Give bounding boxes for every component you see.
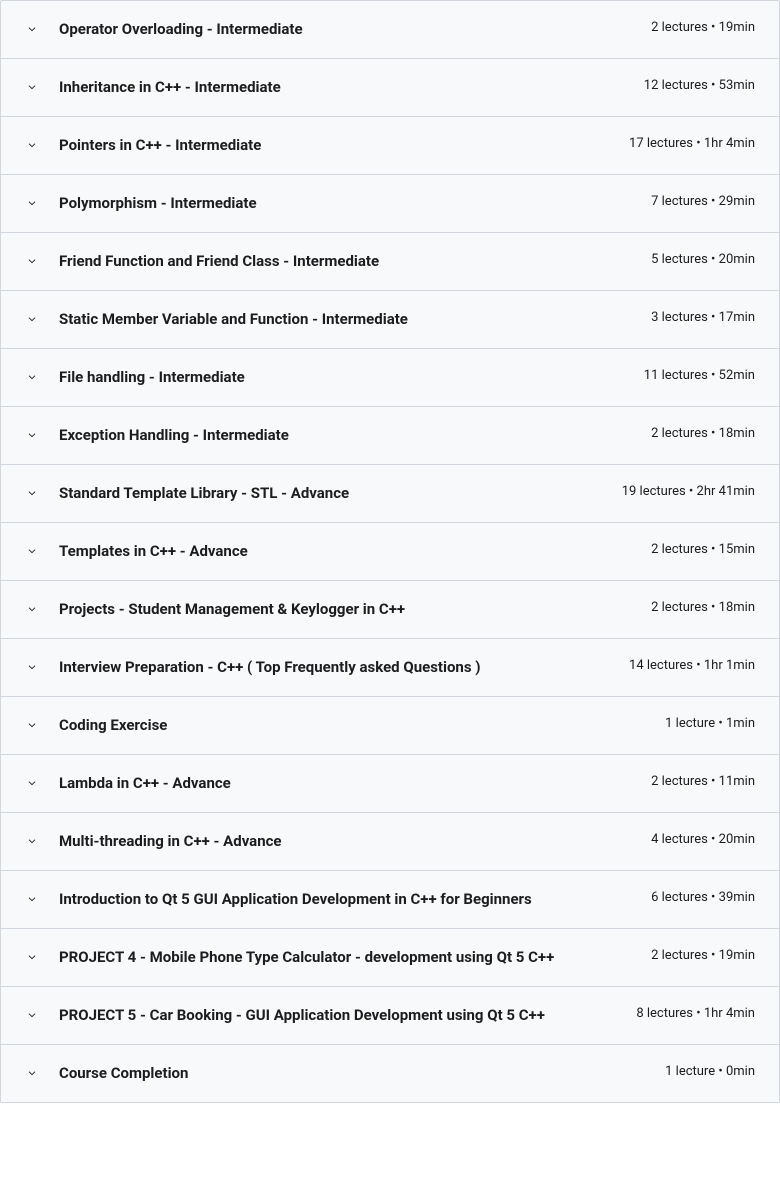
section-title: Projects - Student Management & Keylogge… — [59, 599, 651, 620]
section-row[interactable]: Lambda in C++ - Advance2 lectures • 11mi… — [1, 755, 779, 813]
section-meta: 3 lectures • 17min — [651, 310, 755, 325]
section-meta: 1 lecture • 1min — [665, 716, 755, 731]
section-title: Coding Exercise — [59, 715, 665, 736]
section-row[interactable]: Projects - Student Management & Keylogge… — [1, 581, 779, 639]
section-title: Friend Function and Friend Class - Inter… — [59, 251, 651, 272]
section-meta: 2 lectures • 19min — [651, 20, 755, 35]
section-title: Standard Template Library - STL - Advanc… — [59, 483, 622, 504]
course-section-list: Operator Overloading - Intermediate2 lec… — [0, 0, 780, 1103]
chevron-down-icon — [25, 254, 39, 268]
section-row[interactable]: Inheritance in C++ - Intermediate12 lect… — [1, 59, 779, 117]
section-title: Course Completion — [59, 1063, 665, 1084]
chevron-down-icon — [25, 544, 39, 558]
section-title: Exception Handling - Intermediate — [59, 425, 651, 446]
section-row[interactable]: Static Member Variable and Function - In… — [1, 291, 779, 349]
section-row[interactable]: Standard Template Library - STL - Advanc… — [1, 465, 779, 523]
chevron-down-icon — [25, 138, 39, 152]
section-row[interactable]: Templates in C++ - Advance2 lectures • 1… — [1, 523, 779, 581]
section-meta: 2 lectures • 18min — [651, 600, 755, 615]
section-meta: 5 lectures • 20min — [651, 252, 755, 267]
section-meta: 8 lectures • 1hr 4min — [636, 1006, 755, 1021]
chevron-down-icon — [25, 1066, 39, 1080]
section-row[interactable]: Operator Overloading - Intermediate2 lec… — [1, 1, 779, 59]
section-title: Multi-threading in C++ - Advance — [59, 831, 651, 852]
section-title: Lambda in C++ - Advance — [59, 773, 651, 794]
section-meta: 2 lectures • 19min — [651, 948, 755, 963]
section-meta: 7 lectures • 29min — [651, 194, 755, 209]
section-title: Pointers in C++ - Intermediate — [59, 135, 629, 156]
chevron-down-icon — [25, 80, 39, 94]
section-title: File handling - Intermediate — [59, 367, 644, 388]
chevron-down-icon — [25, 428, 39, 442]
section-row[interactable]: Friend Function and Friend Class - Inter… — [1, 233, 779, 291]
chevron-down-icon — [25, 776, 39, 790]
section-meta: 14 lectures • 1hr 1min — [629, 658, 755, 673]
section-row[interactable]: Introduction to Qt 5 GUI Application Dev… — [1, 871, 779, 929]
section-title: PROJECT 5 - Car Booking - GUI Applicatio… — [59, 1005, 636, 1026]
section-title: Static Member Variable and Function - In… — [59, 309, 651, 330]
chevron-down-icon — [25, 950, 39, 964]
section-title: Inheritance in C++ - Intermediate — [59, 77, 644, 98]
section-row[interactable]: File handling - Intermediate11 lectures … — [1, 349, 779, 407]
section-row[interactable]: Polymorphism - Intermediate7 lectures • … — [1, 175, 779, 233]
section-meta: 2 lectures • 15min — [651, 542, 755, 557]
chevron-down-icon — [25, 602, 39, 616]
chevron-down-icon — [25, 834, 39, 848]
section-meta: 2 lectures • 18min — [651, 426, 755, 441]
section-meta: 17 lectures • 1hr 4min — [629, 136, 755, 151]
section-meta: 12 lectures • 53min — [644, 78, 755, 93]
section-meta: 19 lectures • 2hr 41min — [622, 484, 755, 499]
section-row[interactable]: Multi-threading in C++ - Advance4 lectur… — [1, 813, 779, 871]
section-title: Operator Overloading - Intermediate — [59, 19, 651, 40]
chevron-down-icon — [25, 1008, 39, 1022]
section-row[interactable]: Course Completion1 lecture • 0min — [1, 1045, 779, 1102]
section-title: Interview Preparation - C++ ( Top Freque… — [59, 657, 629, 678]
section-row[interactable]: Pointers in C++ - Intermediate17 lecture… — [1, 117, 779, 175]
section-title: Introduction to Qt 5 GUI Application Dev… — [59, 889, 651, 910]
chevron-down-icon — [25, 370, 39, 384]
section-row[interactable]: Interview Preparation - C++ ( Top Freque… — [1, 639, 779, 697]
section-row[interactable]: Coding Exercise1 lecture • 1min — [1, 697, 779, 755]
chevron-down-icon — [25, 196, 39, 210]
section-meta: 6 lectures • 39min — [651, 890, 755, 905]
chevron-down-icon — [25, 312, 39, 326]
section-meta: 1 lecture • 0min — [665, 1064, 755, 1079]
section-title: PROJECT 4 - Mobile Phone Type Calculator… — [59, 947, 651, 968]
section-title: Polymorphism - Intermediate — [59, 193, 651, 214]
chevron-down-icon — [25, 660, 39, 674]
section-meta: 4 lectures • 20min — [651, 832, 755, 847]
chevron-down-icon — [25, 22, 39, 36]
section-row[interactable]: PROJECT 4 - Mobile Phone Type Calculator… — [1, 929, 779, 987]
section-row[interactable]: PROJECT 5 - Car Booking - GUI Applicatio… — [1, 987, 779, 1045]
section-meta: 11 lectures • 52min — [644, 368, 755, 383]
section-title: Templates in C++ - Advance — [59, 541, 651, 562]
chevron-down-icon — [25, 718, 39, 732]
section-row[interactable]: Exception Handling - Intermediate2 lectu… — [1, 407, 779, 465]
chevron-down-icon — [25, 486, 39, 500]
section-meta: 2 lectures • 11min — [651, 774, 755, 789]
chevron-down-icon — [25, 892, 39, 906]
